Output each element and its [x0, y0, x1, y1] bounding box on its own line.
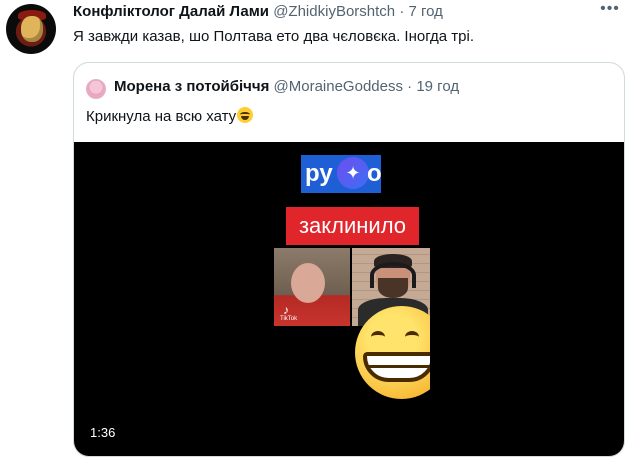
author-handle[interactable]: @ZhidkiyBorshtch [273, 3, 395, 20]
emoji-eye-right [405, 331, 419, 343]
tweet[interactable]: Конфліктолог Далай Лами @ZhidkiyBorshtch… [0, 0, 633, 464]
quoted-avatar[interactable] [86, 79, 106, 99]
author-name[interactable]: Конфліктолог Далай Лами [73, 3, 269, 20]
sticker-text-after: ого [367, 160, 381, 187]
quoted-text-body: Крикнула на всю хату [86, 108, 237, 125]
timestamp[interactable]: 7 год [408, 3, 442, 20]
emoji-mouth [363, 352, 430, 382]
face-with-tears-of-joy-emoji [237, 107, 254, 123]
video-sticker-red: заклинило [286, 207, 419, 245]
emoji-face [355, 306, 430, 399]
quoted-tweet[interactable]: Морена з потойбіччя @MoraineGoddess · 19… [73, 62, 625, 457]
video-frame-left: ♪ TikTok [274, 248, 350, 326]
quoted-author-handle: @MoraineGoddess [273, 78, 403, 95]
video-duration: 1:36 [90, 425, 116, 440]
video-sticker-blue: ру ✦ ого [301, 155, 381, 193]
tiktok-watermark-text: TikTok [280, 316, 298, 322]
video-player[interactable]: ру ✦ ого заклинило ♪ TikTok [74, 142, 624, 456]
quoted-author-name: Морена з потойбіччя [114, 78, 270, 95]
headphones-icon [370, 262, 416, 288]
grinning-face-emoji [355, 306, 430, 399]
tweet-header: Конфліктолог Далай Лами @ZhidkiyBorshtch… [73, 3, 623, 23]
more-options-icon[interactable]: ••• [597, 1, 623, 20]
person-left [291, 263, 325, 303]
quoted-timestamp: 19 год [416, 78, 460, 95]
tiktok-icon: ♪ [283, 303, 289, 317]
sparkles-icon: ✦ [337, 157, 369, 189]
tweet-text: Я завжди казав, шо Полтава ето два чєлов… [73, 28, 474, 45]
separator-dot: · [399, 3, 405, 20]
quoted-header: Морена з потойбіччя @MoraineGoddess · 19… [114, 78, 459, 95]
avatar-face [21, 16, 43, 42]
avatar[interactable] [6, 4, 56, 54]
sticker-text-before: ру [305, 160, 333, 187]
quoted-separator-dot: · [407, 78, 413, 95]
quoted-text: Крикнула на всю хату [86, 107, 254, 125]
emoji-eye-left [371, 331, 385, 343]
